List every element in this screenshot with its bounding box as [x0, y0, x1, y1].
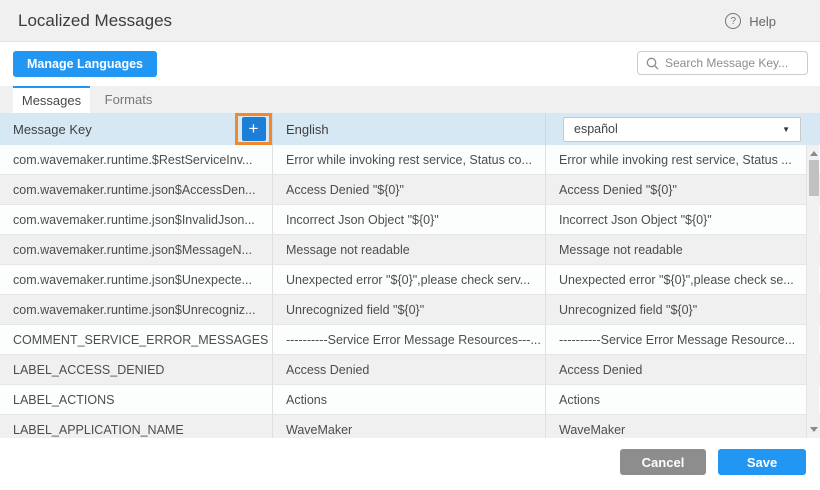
message-key-cell[interactable]: com.wavemaker.runtime.json$Unrecogniz...: [0, 295, 273, 325]
message-key-cell[interactable]: LABEL_ACCESS_DENIED: [0, 355, 273, 385]
localized-value-cell[interactable]: Access Denied "${0}": [546, 175, 820, 205]
localized-value-cell[interactable]: Unexpected error "${0}",please check se.…: [546, 265, 820, 295]
column-header-language: español ▼: [546, 113, 820, 145]
column-header-english: English: [273, 113, 546, 145]
message-key-cell[interactable]: com.wavemaker.runtime.json$Unexpecte...: [0, 265, 273, 295]
english-value-cell[interactable]: Incorrect Json Object "${0}": [273, 205, 546, 235]
language-select[interactable]: español ▼: [563, 117, 801, 142]
column-header-english-label: English: [286, 122, 329, 137]
column-header-message-key: Message Key +: [0, 113, 273, 145]
localized-value-cell[interactable]: Error while invoking rest service, Statu…: [546, 145, 820, 175]
scrollbar-thumb[interactable]: [809, 160, 819, 196]
message-key-cell[interactable]: LABEL_ACTIONS: [0, 385, 273, 415]
table-row: com.wavemaker.runtime.json$Unexpecte... …: [0, 265, 820, 295]
message-key-cell[interactable]: LABEL_APPLICATION_NAME: [0, 415, 273, 438]
language-select-value: español: [574, 122, 618, 136]
search-icon: [646, 57, 659, 70]
table-row: LABEL_ACCESS_DENIED Access Denied Access…: [0, 355, 820, 385]
help-label: Help: [749, 14, 776, 29]
localized-value-cell[interactable]: Actions: [546, 385, 820, 415]
column-header-message-key-label: Message Key: [13, 122, 92, 137]
scroll-up-icon: [810, 151, 818, 156]
english-value-cell[interactable]: Unexpected error "${0}",please check ser…: [273, 265, 546, 295]
search-input[interactable]: [665, 56, 799, 70]
help-button[interactable]: ? Help: [725, 0, 776, 42]
table-scrollbar[interactable]: [806, 145, 819, 438]
dialog-footer: Cancel Save: [0, 438, 820, 490]
dialog-header: Localized Messages ? Help: [0, 0, 820, 42]
scroll-down-icon: [810, 427, 818, 432]
search-box[interactable]: [637, 51, 808, 75]
english-value-cell[interactable]: Error while invoking rest service, Statu…: [273, 145, 546, 175]
scrollbar-up-button[interactable]: [807, 147, 820, 160]
chevron-down-icon: ▼: [782, 125, 790, 134]
localized-messages-dialog: Localized Messages ? Help Manage Languag…: [0, 0, 820, 490]
message-key-cell[interactable]: com.wavemaker.runtime.json$InvalidJson..…: [0, 205, 273, 235]
table-row: COMMENT_SERVICE_ERROR_MESSAGES ---------…: [0, 325, 820, 355]
table-row: com.wavemaker.runtime.json$InvalidJson..…: [0, 205, 820, 235]
help-icon: ?: [725, 13, 741, 29]
localized-value-cell[interactable]: Incorrect Json Object "${0}": [546, 205, 820, 235]
table-row: com.wavemaker.runtime.json$AccessDen... …: [0, 175, 820, 205]
english-value-cell[interactable]: ----------Service Error Message Resource…: [273, 325, 546, 355]
add-key-highlight-box: +: [235, 113, 272, 145]
localized-value-cell[interactable]: Message not readable: [546, 235, 820, 265]
localized-value-cell[interactable]: WaveMaker: [546, 415, 820, 438]
localized-value-cell[interactable]: Access Denied: [546, 355, 820, 385]
message-key-cell[interactable]: com.wavemaker.runtime.$RestServiceInv...: [0, 145, 273, 175]
page-title: Localized Messages: [18, 11, 172, 31]
tab-messages[interactable]: Messages: [13, 86, 90, 113]
english-value-cell[interactable]: Access Denied "${0}": [273, 175, 546, 205]
add-message-key-button[interactable]: +: [242, 117, 266, 141]
cancel-button[interactable]: Cancel: [620, 449, 706, 475]
toolbar: Manage Languages: [0, 42, 820, 86]
english-value-cell[interactable]: Actions: [273, 385, 546, 415]
table-row: LABEL_APPLICATION_NAME WaveMaker WaveMak…: [0, 415, 820, 438]
message-key-cell[interactable]: com.wavemaker.runtime.json$MessageN...: [0, 235, 273, 265]
tab-bar: Messages Formats: [0, 86, 820, 113]
manage-languages-button[interactable]: Manage Languages: [13, 51, 157, 77]
table-row: com.wavemaker.runtime.$RestServiceInv...…: [0, 145, 820, 175]
table-row: com.wavemaker.runtime.json$MessageN... M…: [0, 235, 820, 265]
localized-value-cell[interactable]: Unrecognized field "${0}": [546, 295, 820, 325]
english-value-cell[interactable]: Unrecognized field "${0}": [273, 295, 546, 325]
message-key-cell[interactable]: COMMENT_SERVICE_ERROR_MESSAGES: [0, 325, 273, 355]
message-key-cell[interactable]: com.wavemaker.runtime.json$AccessDen...: [0, 175, 273, 205]
english-value-cell[interactable]: WaveMaker: [273, 415, 546, 438]
table-row: com.wavemaker.runtime.json$Unrecogniz...…: [0, 295, 820, 325]
messages-table-body: com.wavemaker.runtime.$RestServiceInv...…: [0, 145, 820, 438]
english-value-cell[interactable]: Access Denied: [273, 355, 546, 385]
tab-formats[interactable]: Formats: [90, 86, 167, 113]
table-row: LABEL_ACTIONS Actions Actions: [0, 385, 820, 415]
scrollbar-down-button[interactable]: [807, 423, 820, 436]
save-button[interactable]: Save: [718, 449, 806, 475]
english-value-cell[interactable]: Message not readable: [273, 235, 546, 265]
localized-value-cell[interactable]: ----------Service Error Message Resource…: [546, 325, 820, 355]
table-header: Message Key + English español ▼: [0, 113, 820, 145]
